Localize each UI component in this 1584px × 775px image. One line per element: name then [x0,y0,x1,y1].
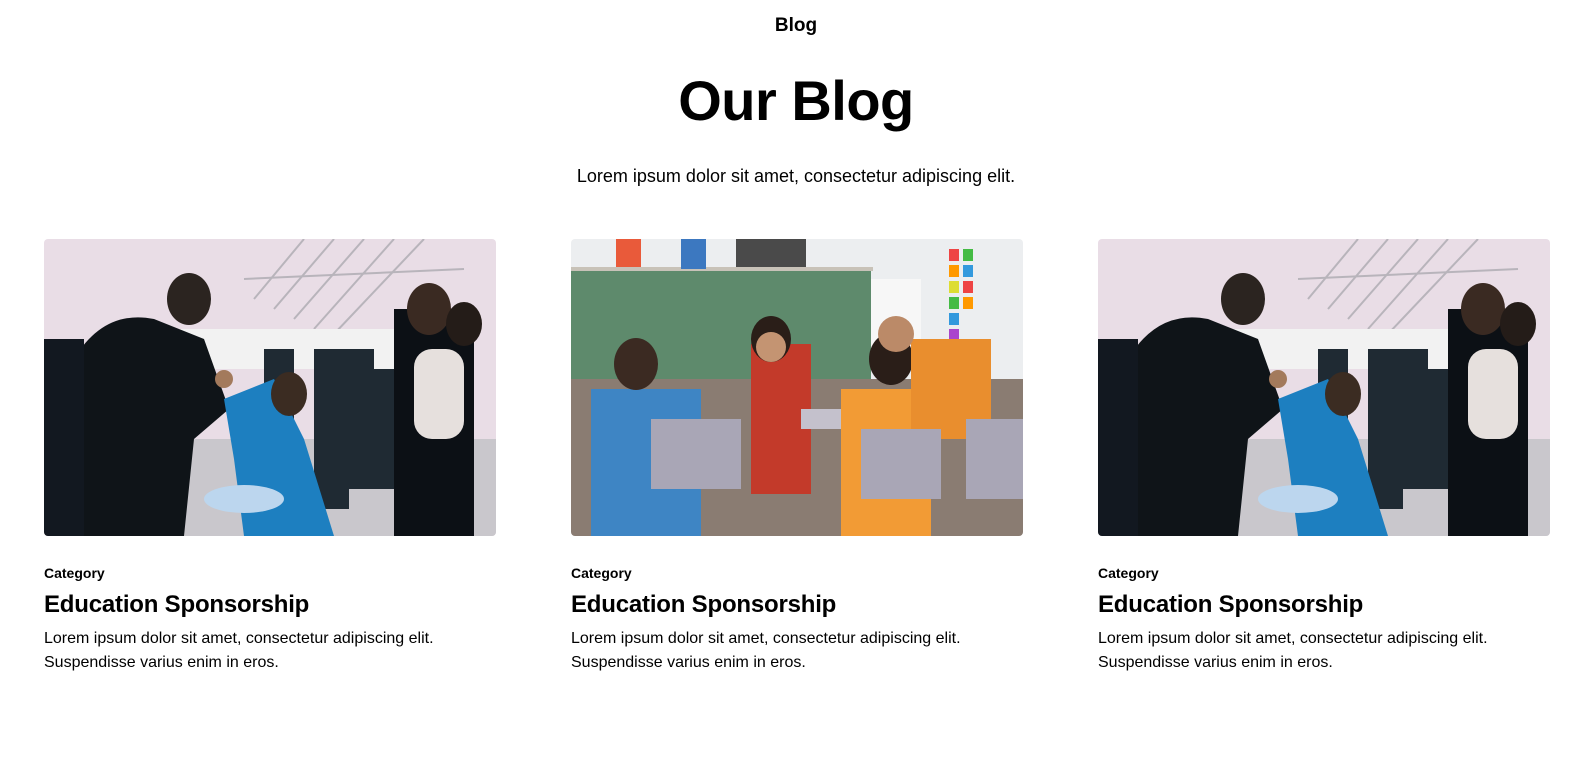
post-category: Category [1098,565,1159,581]
post-excerpt: Lorem ipsum dolor sit amet, consectetur … [44,627,496,675]
post-excerpt: Lorem ipsum dolor sit amet, consectetur … [1098,627,1550,675]
post-excerpt-line: Suspendisse varius enim in eros. [1098,654,1333,671]
blog-card-image[interactable] [44,239,496,536]
blog-card[interactable]: Category Education Sponsorship Lorem ips… [44,239,496,675]
photo-volunteer-fist-bump [1098,239,1550,536]
post-excerpt-line: Lorem ipsum dolor sit amet, consectetur … [44,630,434,647]
post-excerpt-line: Lorem ipsum dolor sit amet, consectetur … [571,630,961,647]
page-subtitle: Lorem ipsum dolor sit amet, consectetur … [576,166,1016,186]
blog-card[interactable]: Category Education Sponsorship Lorem ips… [571,239,1023,675]
post-excerpt-line: Suspendisse varius enim in eros. [44,654,279,671]
post-title[interactable]: Education Sponsorship [44,590,496,620]
post-excerpt-line: Suspendisse varius enim in eros. [571,654,806,671]
post-excerpt: Lorem ipsum dolor sit amet, consectetur … [571,627,1023,675]
post-category: Category [571,565,632,581]
post-excerpt-line: Lorem ipsum dolor sit amet, consectetur … [1098,630,1488,647]
blog-card-image[interactable] [571,239,1023,536]
post-category: Category [44,565,105,581]
photo-volunteer-fist-bump [44,239,496,536]
blog-tagline: Blog [774,15,818,36]
page-title: Our Blog [678,69,914,132]
blog-card[interactable]: Category Education Sponsorship Lorem ips… [1098,239,1550,675]
photo-classroom-children [571,239,1023,536]
blog-card-image[interactable] [1098,239,1550,536]
post-title[interactable]: Education Sponsorship [571,590,1023,620]
post-title[interactable]: Education Sponsorship [1098,590,1550,620]
